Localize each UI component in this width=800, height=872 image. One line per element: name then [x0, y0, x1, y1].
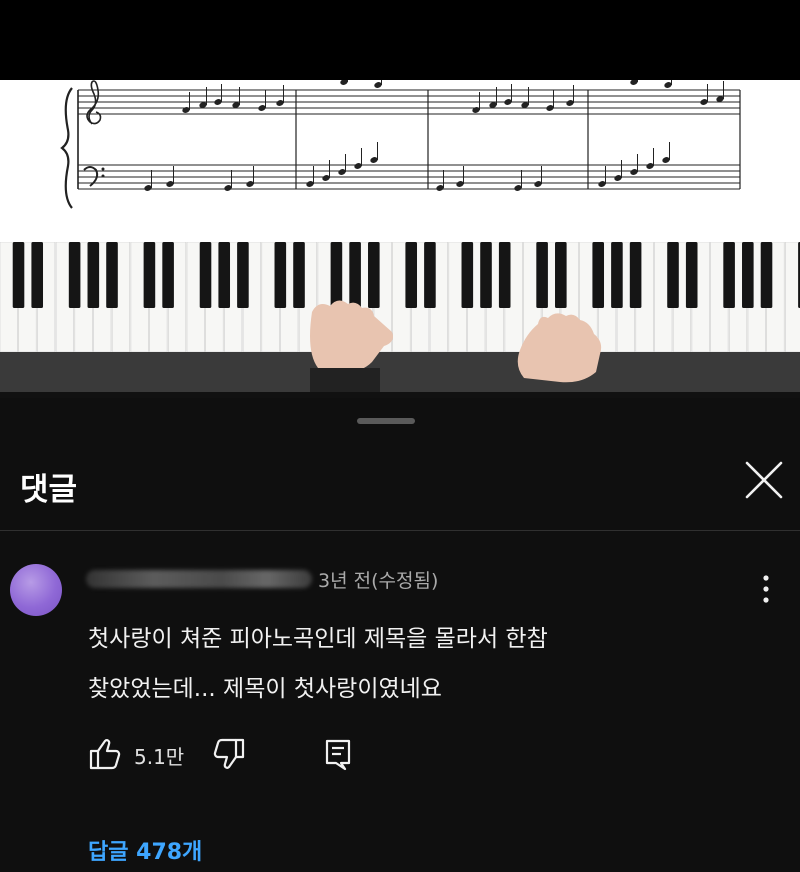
piano-keyboard [0, 242, 800, 398]
black-key [12, 242, 25, 308]
black-key [237, 242, 249, 308]
black-key [760, 242, 773, 308]
black-key [31, 242, 44, 308]
black-key [274, 242, 287, 308]
black-key [742, 242, 754, 308]
black-key [349, 242, 361, 308]
black-key [480, 242, 492, 308]
close-icon [745, 461, 783, 499]
like-button[interactable] [86, 734, 126, 774]
comment-timestamp: 3년 전(수정됨) [318, 570, 439, 592]
black-key [536, 242, 548, 308]
black-key [592, 242, 605, 308]
brace [60, 87, 73, 209]
black-key [199, 242, 212, 308]
view-replies-link[interactable]: 답글 478개 [88, 834, 202, 866]
bass-clef-dot [101, 167, 105, 171]
panel-title: 댓글 [20, 472, 78, 508]
black-key [330, 242, 343, 308]
black-key [555, 242, 567, 308]
black-key [498, 242, 511, 308]
bass-clef-dot [101, 174, 105, 178]
black-key [218, 242, 231, 308]
black-key [87, 242, 100, 308]
black-key [611, 242, 623, 308]
comment-text-line: 찾았었는데... 제목이 첫사랑이였네요 [88, 676, 442, 702]
black-key [685, 242, 698, 308]
like-count: 5.1만 [134, 745, 185, 769]
dislike-button[interactable] [208, 734, 248, 774]
comments-panel: 댓글 3년 전(수정됨) 첫사랑이 쳐준 피아노곡인데 제목을 몰라서 한참 찾… [0, 398, 800, 872]
comment-text-line: 첫사랑이 쳐준 피아노곡인데 제목을 몰라서 한참 [88, 626, 548, 652]
black-key [293, 242, 305, 308]
black-key [368, 242, 380, 308]
comment-text: 첫사랑이 쳐준 피아노곡인데 제목을 몰라서 한참 찾았었는데... 제목이 첫… [88, 614, 748, 714]
thumbs-up-icon [89, 739, 121, 770]
black-key [143, 242, 156, 308]
black-key [629, 242, 642, 308]
sheet-music [0, 80, 800, 242]
black-key [106, 242, 118, 308]
video-player[interactable] [0, 0, 800, 398]
black-key [405, 242, 418, 308]
avatar[interactable] [10, 564, 62, 616]
drag-handle[interactable] [357, 418, 415, 424]
white-key [785, 242, 800, 353]
header-divider [0, 530, 800, 531]
more-options-button[interactable] [752, 570, 780, 610]
black-key [68, 242, 81, 308]
black-key [162, 242, 174, 308]
close-button[interactable] [742, 458, 786, 502]
author-name-redacted[interactable] [86, 570, 312, 588]
reply-comment-icon [325, 739, 351, 771]
reply-button[interactable] [318, 734, 358, 774]
thumbs-down-icon [213, 738, 245, 769]
black-key [667, 242, 679, 308]
more-vert-icon [763, 575, 769, 603]
black-key [424, 242, 436, 308]
black-key [723, 242, 735, 308]
black-key [461, 242, 474, 308]
